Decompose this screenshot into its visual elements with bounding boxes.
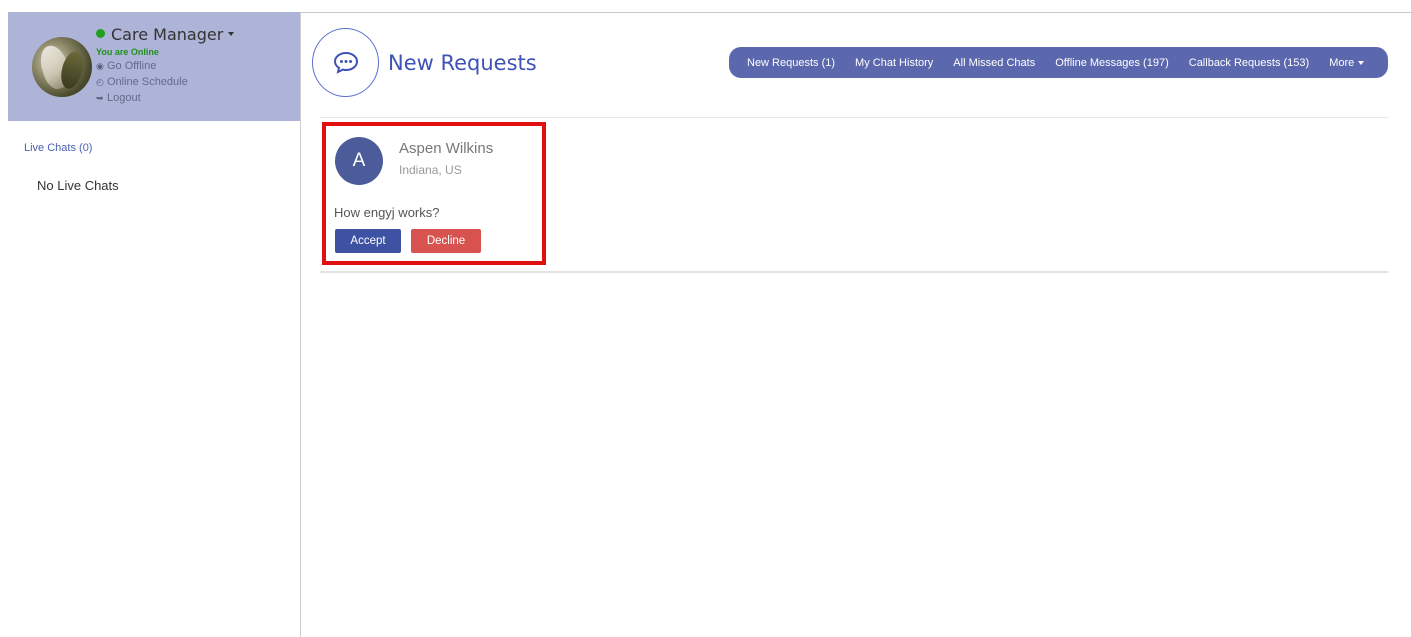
online-schedule-link[interactable]: ◴ Online Schedule	[96, 76, 188, 88]
divider	[320, 271, 1388, 273]
divider	[320, 117, 1388, 118]
nav-offline-messages[interactable]: Offline Messages (197)	[1055, 57, 1169, 69]
sidebar: Care Manager You are Online ◉ Go Offline …	[8, 12, 301, 637]
chat-bubble-icon	[312, 28, 379, 97]
accept-button[interactable]: Accept	[335, 229, 401, 253]
clock-icon: ◴	[96, 77, 104, 87]
nav-new-requests[interactable]: New Requests (1)	[747, 57, 835, 69]
nav-more-dropdown[interactable]: More	[1329, 57, 1364, 69]
request-message: How engyj works?	[334, 205, 440, 220]
profile-panel: Care Manager You are Online ◉ Go Offline …	[8, 12, 300, 121]
requester-name: Aspen Wilkins	[399, 140, 494, 157]
profile-name: Care Manager	[111, 25, 224, 44]
decline-button[interactable]: Decline	[411, 229, 481, 253]
logout-label: Logout	[107, 92, 141, 104]
go-offline-link[interactable]: ◉ Go Offline	[96, 60, 156, 72]
online-status-icon	[96, 29, 105, 38]
logout-link[interactable]: ➥ Logout	[96, 92, 141, 104]
no-live-chats-text: No Live Chats	[37, 178, 119, 193]
top-navbar: New Requests (1) My Chat History All Mis…	[729, 47, 1388, 78]
page-title: New Requests	[388, 51, 537, 75]
nav-callback-requests[interactable]: Callback Requests (153)	[1189, 57, 1309, 69]
live-chats-link[interactable]: Live Chats (0)	[24, 142, 92, 154]
nav-all-missed-chats[interactable]: All Missed Chats	[953, 57, 1035, 69]
online-schedule-label: Online Schedule	[107, 76, 188, 88]
requester-location: Indiana, US	[399, 163, 462, 177]
avatar[interactable]	[32, 37, 92, 97]
profile-name-dropdown[interactable]: Care Manager	[111, 25, 235, 44]
nav-my-chat-history[interactable]: My Chat History	[855, 57, 933, 69]
requester-avatar: A	[335, 137, 383, 185]
go-offline-label: Go Offline	[107, 60, 157, 72]
eye-slash-icon: ◉	[96, 61, 104, 71]
caret-down-icon	[228, 31, 235, 36]
chat-request-card: A Aspen Wilkins Indiana, US How engyj wo…	[322, 122, 546, 265]
sign-out-icon: ➥	[96, 93, 104, 103]
online-status-text: You are Online	[96, 47, 159, 57]
